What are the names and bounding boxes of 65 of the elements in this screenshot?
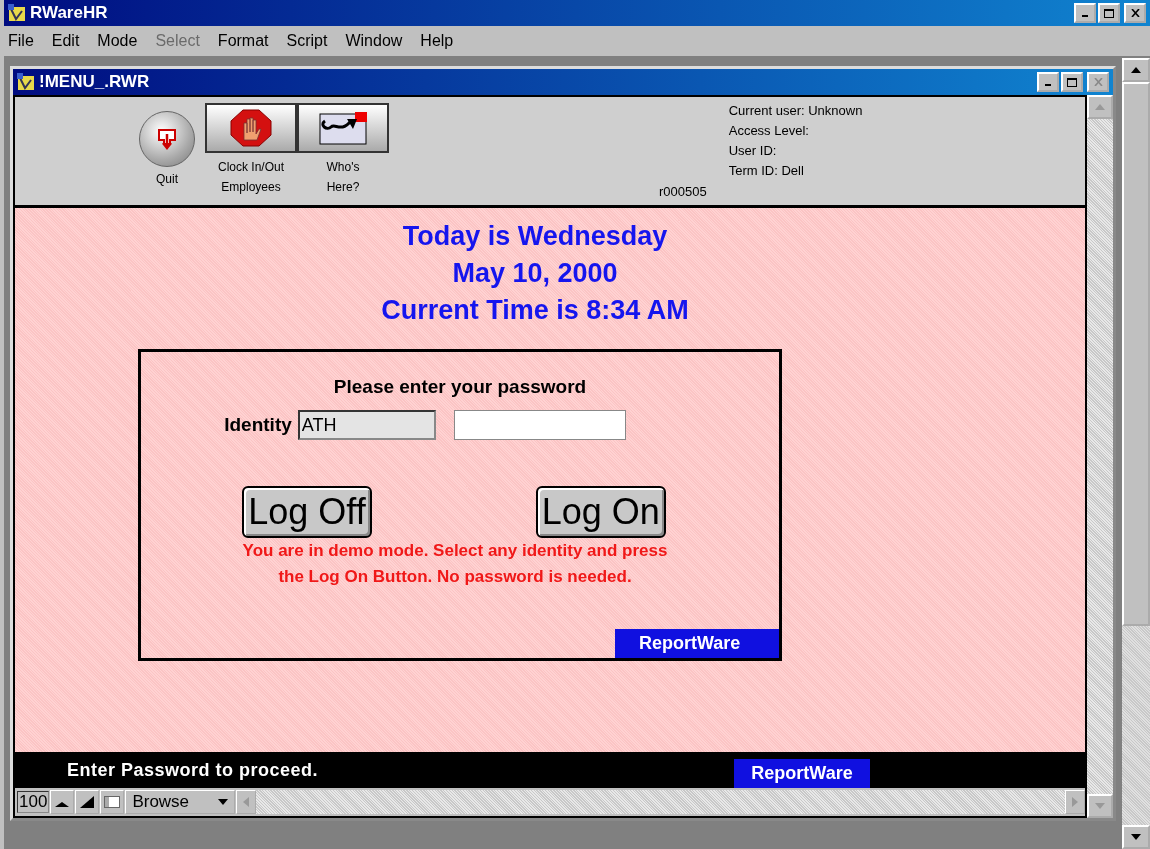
heading-text: May 10, 2000 <box>451 257 619 290</box>
menu-item[interactable]: Window <box>343 32 405 50</box>
zoom-in-button[interactable] <box>75 790 100 814</box>
close-icon <box>1093 78 1103 86</box>
maximize-button[interactable] <box>1098 3 1120 23</box>
tool-label: Clock In/Out Employees <box>217 159 285 196</box>
log-button[interactable]: Log On <box>535 486 666 538</box>
down-arrow-icon <box>1131 834 1141 840</box>
stop-hand-icon <box>230 109 272 147</box>
prompt-text: Please enter your password <box>333 376 587 398</box>
maximize-button[interactable] <box>1061 72 1083 92</box>
version-text: r000505 <box>659 184 707 199</box>
scroll-right-button[interactable] <box>1065 790 1085 814</box>
heading-text: Today is Wednesday <box>401 220 669 253</box>
tool-label: Who's Here? <box>325 159 361 196</box>
menu-item[interactable]: Edit <box>49 32 82 50</box>
exit-icon <box>157 128 177 150</box>
close-icon <box>1130 9 1140 17</box>
close-button[interactable] <box>1124 3 1146 23</box>
maximize-icon <box>1067 77 1077 87</box>
status-toggle-button[interactable] <box>100 790 125 814</box>
up-arrow-icon <box>1095 104 1105 110</box>
status-message: Enter Password to proceed. <box>67 759 320 781</box>
user-info-text: Term ID: Dell <box>728 162 805 180</box>
user-info-text: User ID: <box>728 142 778 160</box>
toolbar-button[interactable] <box>297 103 389 153</box>
mountain-large-icon <box>80 796 95 808</box>
toolbar-button[interactable] <box>205 103 297 153</box>
zoom-out-button[interactable] <box>50 790 75 814</box>
password-field[interactable] <box>453 410 626 440</box>
quit-button[interactable] <box>139 111 195 167</box>
user-info-text: Current user: Unknown <box>728 102 863 120</box>
user-info-text: Access Level: <box>728 122 810 140</box>
log-button[interactable]: Log Off <box>242 486 372 538</box>
scroll-down-button[interactable] <box>1122 825 1150 849</box>
tool-label: Quit <box>156 171 178 188</box>
identity-field[interactable]: ATH <box>297 410 436 440</box>
window-title: RWareHR <box>30 3 109 23</box>
document-icon <box>17 73 35 91</box>
demo-note: You are in demo mode. Select any identity and press the Log On Button. No password is needed. <box>241 540 669 588</box>
down-arrow-icon <box>1095 803 1105 809</box>
window-title: !MENU_.RWR <box>39 72 151 92</box>
panel-icon <box>104 796 121 808</box>
scroll-up-button[interactable] <box>1122 58 1150 82</box>
up-arrow-icon <box>1131 67 1141 73</box>
menu-item[interactable]: Format <box>215 32 271 50</box>
caret-icon <box>218 799 229 805</box>
left-arrow-icon <box>243 797 250 807</box>
menu-item[interactable]: File <box>6 32 36 50</box>
mode-dropdown[interactable]: Browse <box>125 790 236 814</box>
menu-item[interactable]: Help <box>418 32 456 50</box>
heading-text: Current Time is 8:34 AM <box>381 294 689 327</box>
minimize-button[interactable] <box>1037 72 1059 92</box>
menu-item[interactable]: Script <box>284 32 330 50</box>
brand-label: ReportWare <box>734 759 870 788</box>
brand-label: ReportWare <box>615 629 779 658</box>
scroll-thumb[interactable] <box>1122 82 1150 626</box>
minimize-button[interactable] <box>1074 3 1096 23</box>
field-label: Identity <box>224 414 292 436</box>
menu-item[interactable]: Mode <box>95 32 140 50</box>
app-icon <box>8 4 26 22</box>
maximize-icon <box>1104 8 1114 18</box>
scroll-left-button[interactable] <box>236 790 257 814</box>
right-arrow-icon <box>1072 797 1078 807</box>
zoom-level[interactable]: 100 <box>17 791 50 813</box>
